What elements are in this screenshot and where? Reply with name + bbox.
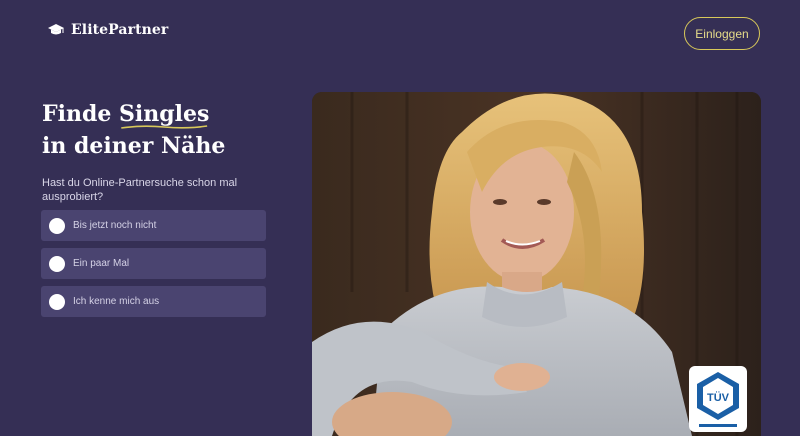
- brand-name: ElitePartner: [71, 22, 169, 38]
- answer-option-label: Bis jetzt noch nicht: [73, 220, 157, 231]
- answer-option-1[interactable]: Bis jetzt noch nicht: [41, 210, 266, 241]
- answer-option-label: Ich kenne mich aus: [73, 296, 160, 307]
- headline-prefix: Finde: [42, 101, 120, 127]
- brand-logo[interactable]: ElitePartner: [47, 22, 168, 38]
- answer-option-2[interactable]: Ein paar Mal: [41, 248, 266, 279]
- headline-highlight: Singles: [119, 101, 209, 129]
- tuv-badge-text: TÜV: [707, 391, 730, 404]
- survey-question: Hast du Online-Partnersuche schon mal au…: [42, 177, 238, 203]
- underline-swash-icon: [121, 125, 208, 129]
- graduation-cap-icon: [48, 24, 64, 35]
- headline-line-2: in deiner Nähe: [42, 133, 226, 159]
- page-title: Finde Singles in deiner Nähe: [42, 98, 225, 162]
- radio-button-icon[interactable]: [49, 255, 65, 272]
- landing-page: ElitePartner Einloggen Finde Singles in …: [0, 0, 800, 436]
- radio-button-icon[interactable]: [49, 293, 65, 310]
- answer-option-3[interactable]: Ich kenne mich aus: [41, 286, 266, 317]
- radio-button-icon[interactable]: [49, 217, 65, 234]
- answer-option-label: Ein paar Mal: [73, 258, 130, 269]
- tuv-certification-badge: TÜV: [689, 366, 747, 432]
- login-button[interactable]: Einloggen: [684, 17, 760, 50]
- headline-line-1: Finde Singles: [42, 98, 225, 130]
